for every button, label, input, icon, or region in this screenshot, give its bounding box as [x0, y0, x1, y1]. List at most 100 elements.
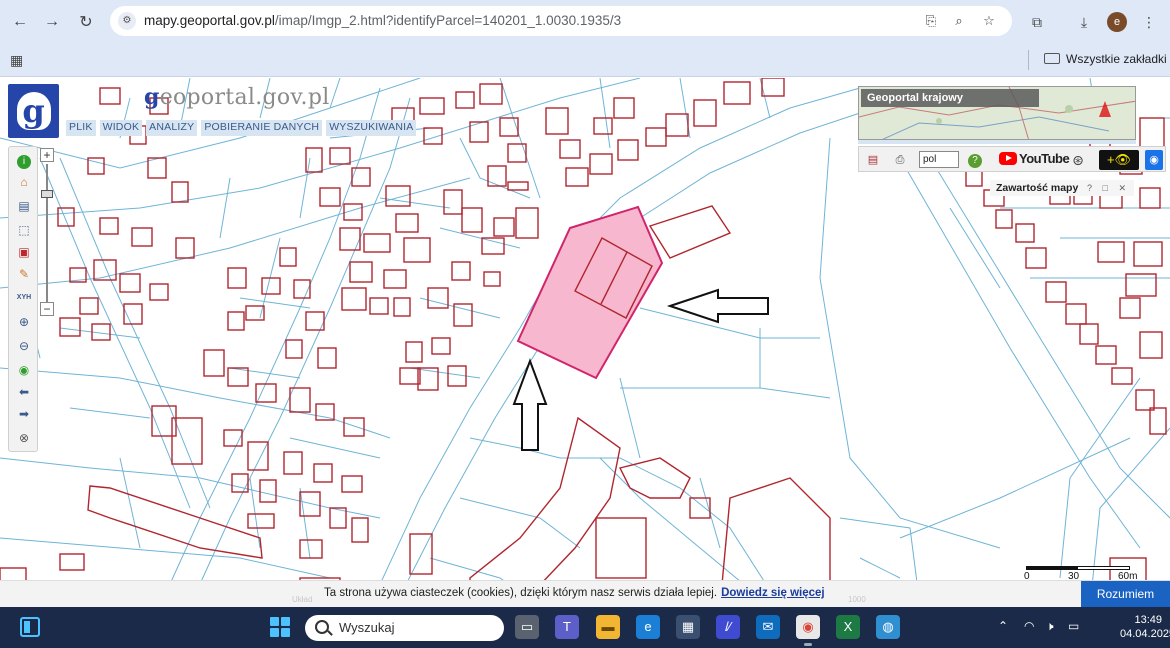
profile-avatar[interactable]: e — [1107, 12, 1127, 32]
clock-time: 13:49 — [1134, 614, 1162, 626]
all-bookmarks-folder[interactable]: Wszystkie zakładki — [1044, 52, 1167, 66]
address-bar[interactable]: ⚙ mapy.geoportal.gov.pl/imap/Imgp_2.html… — [110, 6, 1012, 36]
back-arrow-icon[interactable]: ← — [8, 10, 32, 34]
draw-rectangle-icon[interactable]: ▣ — [15, 243, 33, 261]
cookie-accept-button[interactable]: Rozumiem — [1081, 581, 1170, 608]
logo-text-prefix: g — [144, 84, 160, 110]
chrome-icon[interactable]: ◉ — [796, 615, 820, 639]
url-text[interactable]: mapy.geoportal.gov.pl/imap/Imgp_2.html?i… — [144, 13, 621, 28]
app-icon[interactable]: /∕ — [716, 615, 740, 639]
weather-globe-icon[interactable]: ◍ — [876, 615, 900, 639]
logo-wordmark: geoportal.gov.pl — [144, 84, 330, 110]
browser-toolbar: ← → ↻ ⚙ mapy.geoportal.gov.pl/imap/Imgp_… — [0, 0, 1170, 44]
search-icon — [315, 620, 329, 634]
pencil-icon[interactable]: ✎ — [15, 265, 33, 283]
system-clock[interactable]: 13:49 04.04.2025 — [1120, 613, 1170, 641]
home-icon[interactable]: ⌂ — [15, 173, 33, 191]
taskbar-search[interactable]: Wyszukaj — [305, 615, 504, 641]
teams-icon[interactable]: T — [555, 615, 579, 639]
layers-panel-controls[interactable]: ? □ ✕ — [1087, 180, 1130, 196]
select-area-icon[interactable]: ⬚ — [15, 221, 33, 239]
menu-pobieranie-danych[interactable]: POBIERANIE DANYCH — [201, 120, 323, 136]
overview-divider — [858, 140, 1136, 144]
browser-menu-icon[interactable]: ⋮ — [1138, 11, 1160, 33]
cookie-message: Ta strona używa ciasteczek (cookies), dz… — [324, 587, 825, 599]
zoom-out-icon[interactable]: ⊖ — [15, 337, 33, 355]
reload-icon[interactable]: ↻ — [74, 10, 98, 34]
help-icon[interactable]: ? — [967, 151, 983, 169]
secondary-toolbar: ▤ ⎙ pol ? YouTube ⊛ +👁 ◉ — [858, 146, 1166, 172]
zoom-plus-button[interactable]: + — [40, 148, 54, 162]
next-view-icon[interactable]: ➡ — [15, 405, 33, 423]
apps-grid-icon[interactable]: ▦ — [10, 52, 26, 68]
cookie-text: Ta strona używa ciasteczek (cookies), dz… — [324, 587, 718, 599]
cookie-learn-more-link[interactable]: Dowiedz się więcej — [721, 587, 825, 599]
tray-chevron-icon[interactable]: ⌃ — [998, 619, 1008, 633]
selected-parcel — [516, 205, 664, 380]
zoom-minus-button[interactable]: − — [40, 302, 54, 316]
search-placeholder: Wyszukaj — [339, 620, 395, 635]
url-host: mapy.geoportal.gov.pl — [144, 13, 275, 28]
edge-icon[interactable]: e — [636, 615, 660, 639]
bookmark-star-icon[interactable]: ☆ — [980, 12, 998, 30]
zoom-track[interactable] — [46, 164, 48, 302]
start-windows-icon[interactable] — [270, 617, 290, 637]
map-canvas[interactable]: g geoportal.gov.pl PLIK WIDOK ANALIZY PO… — [0, 78, 1170, 606]
bookmarks-bar: ▦ Wszystkie zakładki — [0, 44, 1170, 77]
menu-widok[interactable]: WIDOK — [99, 120, 143, 136]
menu-wyszukiwania[interactable]: WYSZUKIWANIA — [326, 120, 417, 136]
site-info-icon[interactable]: ⚙ — [118, 12, 136, 30]
zoom-slider[interactable]: + − — [36, 148, 58, 322]
youtube-link[interactable]: YouTube — [999, 151, 1070, 169]
youtube-play-icon — [999, 152, 1017, 165]
report-icon[interactable]: ▤ — [865, 151, 881, 169]
legend-icon[interactable]: ▤ — [15, 197, 33, 215]
forward-arrow-icon[interactable]: → — [40, 10, 64, 34]
youtube-label: YouTube — [1019, 151, 1070, 166]
install-app-icon[interactable]: ⎘ — [922, 12, 940, 30]
chrome-active-indicator — [804, 643, 812, 646]
store-icon[interactable]: ▦ — [676, 615, 700, 639]
coordinates-xyh-icon[interactable]: XYH — [15, 289, 33, 307]
overview-map-title: Geoportal krajowy — [861, 89, 1039, 107]
windows-taskbar: Wyszukaj ▭ T ▬ e ▦ /∕ ✉ ◉ X ◍ ⌃ ◠ 🕨 ▭ 13… — [0, 607, 1170, 648]
cookie-banner: Układ 1000 Ta strona używa ciasteczek (c… — [0, 580, 1170, 608]
battery-icon[interactable]: ▭ — [1068, 619, 1079, 633]
outlook-icon[interactable]: ✉ — [756, 615, 780, 639]
adjacent-building — [648, 205, 732, 259]
wifi-icon[interactable]: ◠ — [1024, 619, 1034, 633]
arrow-pointing-left — [666, 288, 769, 324]
contrast-eye-icon[interactable]: +👁 — [1099, 150, 1139, 170]
language-select[interactable]: pol — [919, 151, 959, 168]
accessibility-icon[interactable]: ⊛ — [1069, 151, 1087, 169]
info-tool-icon[interactable]: i — [15, 151, 33, 169]
map-tools-panel: i ⌂ ▤ ⬚ ▣ ✎ XYH ⊕ ⊖ ◉ ⬅ ➡ ⊗ — [8, 146, 38, 452]
menu-plik[interactable]: PLIK — [66, 120, 96, 136]
file-explorer-icon[interactable]: ▬ — [596, 615, 620, 639]
previous-view-icon[interactable]: ⬅ — [15, 383, 33, 401]
eye-icon[interactable]: ◉ — [1145, 150, 1163, 170]
url-path: /imap/Imgp_2.html?identifyParcel=140201_… — [274, 13, 622, 28]
download-icon[interactable]: ⤓ — [1073, 11, 1095, 33]
geoportal-logo[interactable]: g — [8, 84, 59, 138]
widgets-icon[interactable] — [20, 617, 40, 637]
menu-analizy[interactable]: ANALIZY — [146, 120, 198, 136]
settings-icon[interactable]: ⊗ — [15, 429, 33, 447]
zoom-thumb[interactable] — [41, 190, 53, 198]
print-icon[interactable]: ⎙ — [891, 151, 909, 169]
extensions-icon[interactable]: ⧉ — [1026, 11, 1048, 33]
main-menu: PLIK WIDOK ANALIZY POBIERANIE DANYCH WYS… — [66, 120, 417, 136]
logo-letter: g — [16, 92, 51, 130]
layers-panel-title: Zawartość mapy — [996, 182, 1079, 194]
logo-text-rest: eoportal.gov.pl — [159, 85, 330, 110]
faint-coordinate-label-left: Układ — [292, 595, 313, 604]
task-view-icon[interactable]: ▭ — [515, 615, 539, 639]
layers-panel-header[interactable]: Zawartość mapy ? □ ✕ — [990, 180, 1134, 196]
zoom-icon[interactable]: ⌕ — [950, 12, 968, 30]
faint-coordinate-label-right: 1000 — [848, 595, 866, 604]
zoom-in-icon[interactable]: ⊕ — [15, 313, 33, 331]
excel-icon[interactable]: X — [836, 615, 860, 639]
globe-icon[interactable]: ◉ — [15, 361, 33, 379]
volume-muted-icon[interactable]: 🕨 — [1046, 619, 1054, 634]
overview-map[interactable]: Geoportal krajowy — [858, 86, 1136, 140]
